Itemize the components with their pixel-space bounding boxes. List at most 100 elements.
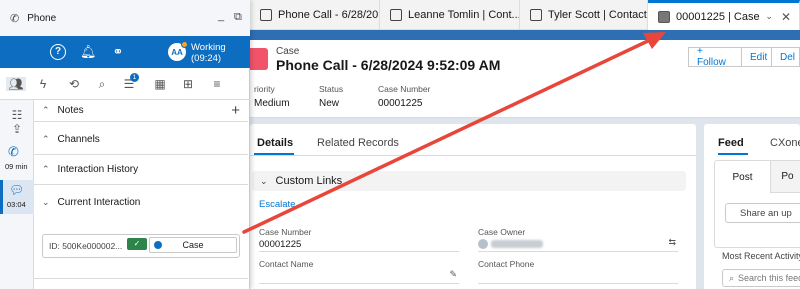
minimize-icon[interactable]: _ bbox=[218, 10, 224, 22]
case-owner-detail: Case Owner ⇆ bbox=[478, 227, 678, 252]
close-icon[interactable]: ✕ bbox=[781, 10, 791, 24]
calendar-icon[interactable]: ▦ bbox=[152, 77, 168, 91]
softphone-title-bar: ✆ Phone _ ⧉ bbox=[0, 0, 250, 36]
contact-phone-detail: Contact Phone bbox=[478, 259, 678, 284]
link-icon[interactable]: ⚭ bbox=[110, 44, 126, 60]
softphone-title: Phone bbox=[27, 12, 57, 24]
details-card: Details Related Records ⌄ Custom Links E… bbox=[250, 124, 696, 289]
feed-sort[interactable]: Most Recent Activity ⌄ bbox=[722, 251, 800, 262]
section-title: Custom Links bbox=[275, 175, 343, 187]
search-icon[interactable]: ⌕ bbox=[94, 77, 110, 91]
bell-icon[interactable]: 🔔︎ bbox=[80, 44, 97, 60]
tab-tyler-scott[interactable]: Tyler Scott | Contact ✕ bbox=[520, 0, 648, 30]
contacts-icon[interactable]: 👥︎ bbox=[6, 77, 26, 91]
help-icon[interactable]: ? bbox=[50, 44, 66, 60]
interaction-history-section[interactable]: ⌃ Interaction History bbox=[34, 155, 248, 185]
chevron-up-icon: ⌃ bbox=[42, 105, 50, 115]
chat-interaction-tile[interactable]: 💬︎ 03:04 bbox=[0, 180, 34, 214]
contact-icon bbox=[530, 9, 542, 21]
agent-header: ? 🔔︎ ⚭ AA Working (09:24) bbox=[0, 36, 250, 68]
tab-phone-call[interactable]: Phone Call - 6/28/20... ✕ bbox=[250, 0, 380, 30]
tab-leanne-tomlin[interactable]: Leanne Tomlin | Cont... ✕ bbox=[380, 0, 520, 30]
current-interaction-section[interactable]: ⌄ Current Interaction bbox=[34, 187, 248, 217]
tab-case[interactable]: 00001225 | Case ⌄ ✕ bbox=[648, 0, 800, 30]
dialpad-icon[interactable]: ⊞ bbox=[180, 77, 196, 91]
call-interaction-tile[interactable]: ✆ 09 min bbox=[0, 140, 34, 176]
lightning-icon[interactable]: ϟ bbox=[35, 77, 51, 91]
avatar[interactable]: AA bbox=[168, 41, 188, 61]
popout-icon[interactable]: ⧉ bbox=[234, 11, 242, 24]
chat-icon: 💬︎ bbox=[9, 183, 25, 197]
queue-icon[interactable]: ☰ 1 bbox=[121, 73, 139, 91]
chevron-down-icon: ⌄ bbox=[260, 175, 268, 186]
details-tabs: Details Related Records bbox=[250, 124, 696, 156]
redacted-owner-name bbox=[491, 240, 543, 249]
tab-label: Phone Call - 6/28/20... bbox=[278, 9, 380, 21]
brand-band bbox=[250, 30, 800, 40]
share-update-button[interactable]: Share an up bbox=[725, 203, 800, 223]
console-tab-bar: Phone Call - 6/28/20... ✕ Leanne Tomlin … bbox=[250, 0, 800, 30]
tab-post[interactable]: Post bbox=[715, 161, 771, 193]
tab-poll[interactable]: Po bbox=[771, 161, 800, 193]
phone-icon: ✆ bbox=[8, 144, 19, 159]
chevron-up-icon: ⌃ bbox=[42, 134, 50, 144]
softphone-panel: ✆ Phone _ ⧉ ? 🔔︎ ⚭ AA Working (09:24) 👥︎… bbox=[0, 0, 250, 289]
screen: Phone Call - 6/28/20... ✕ Leanne Tomlin … bbox=[0, 0, 800, 289]
interaction-id: ID: 500Ke000002... bbox=[49, 241, 123, 251]
upload-icon[interactable]: ⇪ bbox=[9, 122, 25, 136]
record-header: Case Phone Call - 6/28/2024 9:52:09 AM +… bbox=[250, 40, 800, 118]
contact-name-detail: Contact Name ✎ bbox=[259, 259, 459, 284]
tab-cxone[interactable]: CXone bbox=[770, 137, 800, 149]
publisher: Post Po Share an up bbox=[714, 160, 800, 248]
pencil-icon[interactable]: ✎ bbox=[449, 269, 457, 280]
tab-label: Tyler Scott | Contact bbox=[548, 9, 647, 21]
record-type: Case bbox=[276, 46, 300, 57]
softphone-toolbar: 👥︎ ϟ ⟲ ⌕ ☰ 1 ▦ ⊞ ≡ bbox=[0, 68, 250, 100]
status-field: Status New bbox=[319, 84, 344, 109]
linked-case-button[interactable]: Case bbox=[149, 237, 237, 253]
tab-details[interactable]: Details bbox=[257, 137, 293, 149]
phone-icon: ✆ bbox=[10, 12, 20, 25]
case-number-field: Case Number 00001225 bbox=[378, 84, 431, 109]
divider bbox=[34, 278, 248, 279]
tab-feed[interactable]: Feed bbox=[718, 137, 744, 149]
chevron-up-icon: ⌃ bbox=[42, 164, 50, 174]
avatar bbox=[478, 239, 488, 250]
tab-label: Leanne Tomlin | Cont... bbox=[408, 9, 520, 21]
chevron-down-icon[interactable]: ⌄ bbox=[765, 11, 773, 22]
list-icon[interactable]: ☷ bbox=[9, 108, 25, 122]
add-note-icon[interactable]: + bbox=[231, 102, 240, 119]
priority-field: riority Medium bbox=[254, 84, 290, 109]
search-icon: ⌕ bbox=[729, 272, 735, 283]
record-actions: + Follow Edit Del bbox=[688, 46, 800, 68]
chevron-down-icon: ⌄ bbox=[42, 196, 50, 207]
feed-card: Feed CXone Post Po Share an up Most Rece… bbox=[704, 124, 800, 289]
channels-section[interactable]: ⌃ Channels bbox=[34, 125, 248, 155]
custom-links-section[interactable]: ⌄ Custom Links bbox=[252, 171, 686, 191]
notes-section[interactable]: ⌃ Notes + bbox=[34, 100, 248, 122]
menu-icon[interactable]: ≡ bbox=[209, 77, 225, 91]
case-number-detail: Case Number 00001225 bbox=[259, 227, 459, 252]
case-icon bbox=[154, 241, 162, 249]
interaction-rail: ☷ ⇪ ✆ 09 min 💬︎ 03:04 bbox=[0, 100, 34, 289]
active-tab-indicator bbox=[718, 153, 748, 155]
current-interaction-row: ID: 500Ke000002... ✓ Case bbox=[42, 234, 240, 258]
change-owner-icon[interactable]: ⇆ bbox=[668, 237, 676, 248]
case-record-icon bbox=[250, 48, 268, 70]
contact-icon bbox=[390, 9, 402, 21]
tab-related-records[interactable]: Related Records bbox=[317, 137, 399, 149]
escalate-link[interactable]: Escalate bbox=[259, 199, 295, 210]
edit-button[interactable]: Edit bbox=[742, 47, 772, 67]
tab-label: 00001225 | Case bbox=[676, 10, 760, 23]
delete-button[interactable]: Del bbox=[772, 47, 800, 67]
agent-status[interactable]: Working (09:24) bbox=[191, 42, 226, 64]
notification-badge: 1 bbox=[130, 73, 139, 82]
check-icon[interactable]: ✓ bbox=[127, 238, 147, 250]
feed-search-input[interactable]: ⌕ Search this feed... bbox=[722, 269, 800, 287]
case-icon bbox=[658, 10, 670, 23]
history-icon[interactable]: ⟲ bbox=[66, 77, 82, 91]
follow-button[interactable]: + Follow bbox=[688, 46, 742, 68]
active-tab-indicator bbox=[254, 153, 294, 155]
record-title: Phone Call - 6/28/2024 9:52:09 AM bbox=[276, 57, 501, 73]
record-icon bbox=[260, 9, 272, 21]
